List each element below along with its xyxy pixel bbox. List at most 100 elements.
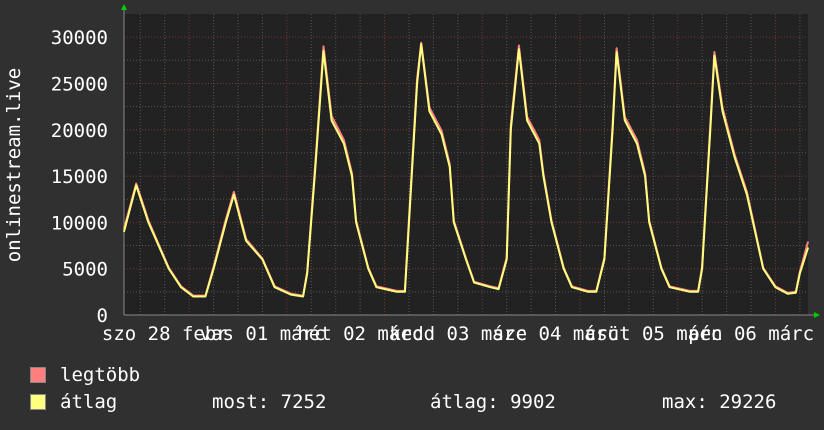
legend-swatch-max bbox=[30, 367, 46, 383]
data-point bbox=[668, 286, 671, 288]
data-point bbox=[721, 110, 724, 112]
y-tick-label: 30000 bbox=[51, 27, 108, 49]
data-point bbox=[734, 156, 736, 159]
data-point bbox=[404, 291, 406, 293]
y-tick-label: 10000 bbox=[51, 212, 108, 234]
data-point bbox=[306, 272, 308, 274]
data-point bbox=[510, 129, 512, 131]
data-point bbox=[587, 291, 589, 293]
y-axis-label: onlinestream.live bbox=[3, 68, 25, 262]
x-axis-arrow-icon bbox=[814, 312, 820, 318]
data-point bbox=[322, 50, 325, 52]
data-point bbox=[449, 166, 451, 168]
stat-max: max: 29226 bbox=[662, 391, 777, 413]
data-point bbox=[420, 43, 422, 45]
data-point bbox=[302, 295, 304, 298]
plot-area bbox=[124, 14, 808, 315]
data-point bbox=[465, 258, 467, 261]
data-point bbox=[603, 258, 606, 261]
data-point bbox=[787, 293, 789, 295]
data-point bbox=[314, 166, 316, 168]
data-point bbox=[367, 268, 369, 270]
data-point bbox=[135, 184, 137, 186]
legend-label-avg: átlag bbox=[60, 391, 118, 413]
data-point bbox=[261, 258, 264, 261]
data-point bbox=[416, 82, 418, 85]
data-point bbox=[611, 129, 614, 131]
data-point bbox=[636, 143, 638, 145]
data-point bbox=[518, 48, 520, 50]
data-point bbox=[526, 119, 528, 122]
data-point bbox=[245, 240, 247, 242]
data-point bbox=[351, 175, 353, 177]
data-point bbox=[489, 286, 492, 288]
data-point bbox=[799, 272, 801, 274]
data-point bbox=[648, 221, 650, 223]
data-point bbox=[135, 182, 137, 185]
data-point bbox=[746, 194, 748, 196]
y-tick-label: 15000 bbox=[51, 166, 108, 188]
data-point bbox=[147, 221, 150, 223]
data-point bbox=[697, 291, 699, 293]
data-point bbox=[440, 133, 443, 135]
data-point bbox=[506, 258, 508, 261]
y-tick-label: 20000 bbox=[51, 120, 108, 142]
data-point bbox=[595, 291, 597, 293]
data-point bbox=[331, 119, 333, 122]
data-point bbox=[355, 221, 357, 223]
y-tick-label: 25000 bbox=[51, 73, 108, 95]
data-point bbox=[624, 119, 626, 122]
x-tick-label: pén 06 márc bbox=[688, 323, 814, 345]
data-point bbox=[754, 231, 756, 233]
data-point bbox=[343, 143, 345, 145]
data-point bbox=[204, 295, 207, 298]
data-point bbox=[571, 286, 573, 288]
legend-item-max: legtöbb bbox=[30, 364, 140, 386]
data-point bbox=[774, 286, 777, 288]
data-point bbox=[713, 55, 715, 57]
data-point bbox=[233, 194, 235, 196]
data-point bbox=[762, 268, 764, 270]
data-point bbox=[807, 241, 809, 243]
data-point bbox=[396, 291, 398, 293]
data-point bbox=[550, 221, 553, 223]
data-point bbox=[343, 139, 345, 141]
data-point bbox=[408, 221, 410, 223]
y-tick-label: 5000 bbox=[62, 259, 108, 281]
data-point bbox=[192, 295, 194, 298]
data-point bbox=[225, 221, 227, 223]
data-point bbox=[290, 294, 292, 296]
data-point bbox=[322, 45, 325, 48]
data-point bbox=[473, 281, 475, 284]
data-point bbox=[644, 175, 646, 177]
stat-avg: átlag: 9902 bbox=[430, 391, 556, 413]
data-point bbox=[180, 286, 182, 288]
data-point bbox=[538, 139, 540, 141]
legend-label-max: legtöbb bbox=[60, 364, 141, 386]
data-point bbox=[538, 143, 540, 145]
data-point bbox=[689, 291, 691, 293]
data-point bbox=[518, 44, 520, 47]
data-point bbox=[616, 47, 618, 49]
data-point bbox=[420, 42, 422, 44]
data-point bbox=[440, 130, 443, 132]
data-point bbox=[709, 129, 711, 131]
data-point bbox=[636, 139, 638, 141]
data-point bbox=[660, 268, 663, 270]
data-point bbox=[123, 231, 125, 233]
data-point bbox=[428, 110, 430, 112]
data-point bbox=[795, 292, 797, 294]
data-point bbox=[542, 175, 544, 177]
data-point bbox=[701, 268, 703, 270]
data-point bbox=[713, 51, 715, 53]
data-point bbox=[497, 288, 500, 290]
data-point bbox=[233, 191, 235, 193]
data-point bbox=[563, 268, 565, 270]
legend-item-avg: átlag bbox=[30, 391, 117, 413]
data-point bbox=[212, 268, 215, 270]
data-point bbox=[807, 247, 809, 249]
legend-swatch-avg bbox=[30, 394, 46, 410]
y-axis-arrow-icon bbox=[121, 4, 127, 10]
data-point bbox=[453, 221, 455, 223]
data-point bbox=[616, 51, 618, 53]
